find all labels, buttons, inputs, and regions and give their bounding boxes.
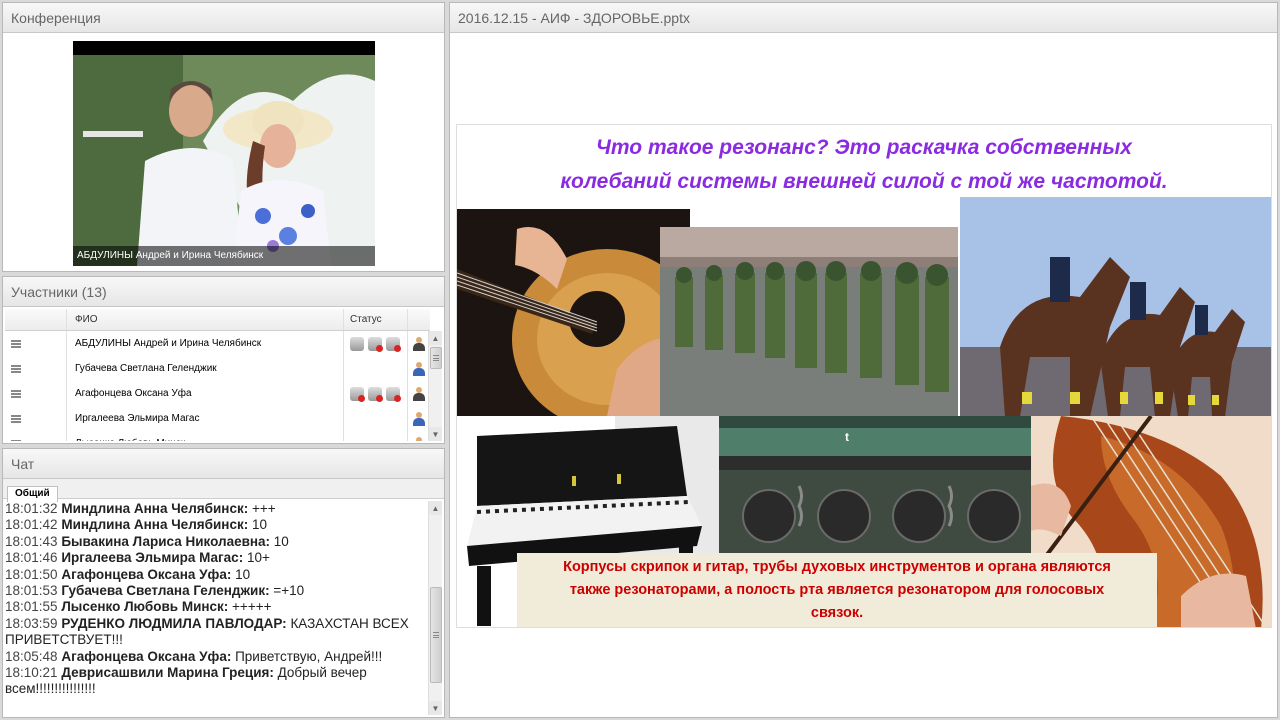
participants-table: ФИО Статус АБДУЛИНЫ Андрей и Ирина Челяб…	[5, 309, 430, 441]
video-image	[73, 41, 375, 266]
conference-panel: Конференция АБДУЛИНЫ Андрей и Ирина Челя…	[2, 2, 445, 272]
slide-title: Что такое резонанс? Это раскачка собстве…	[560, 136, 1168, 193]
train-mark: t	[845, 430, 849, 444]
table-row[interactable]: Губачева Светлана Геленджик	[5, 356, 430, 381]
participants-scrollbar[interactable]: ▲ ▼	[428, 331, 442, 441]
grip-icon	[433, 632, 439, 638]
user-icon	[413, 336, 425, 351]
scroll-up-icon[interactable]: ▲	[429, 501, 442, 515]
participants-header-row: ФИО Статус	[5, 309, 430, 331]
guitar-image	[457, 209, 690, 416]
scroll-down-icon[interactable]: ▼	[429, 701, 442, 715]
speaker-off-icon[interactable]	[368, 336, 383, 352]
chat-message: 18:01:53 Губачева Светлана Геленджик: =+…	[5, 583, 305, 599]
scroll-thumb[interactable]	[430, 347, 442, 369]
column-name-header[interactable]: ФИО	[67, 309, 344, 330]
chat-tabs: Общий	[3, 479, 444, 502]
grip-icon	[433, 355, 439, 361]
tab-general[interactable]: Общий	[7, 486, 58, 502]
presentation-panel: 2016.12.15 - АИФ - ЗДОРОВЬЕ.pptx Что так…	[449, 2, 1278, 718]
user-icon	[413, 436, 425, 441]
participant-name: АБДУЛИНЫ Андрей и Ирина Челябинск	[67, 331, 344, 356]
train-wheels-image: t	[719, 416, 1031, 553]
chat-message: 18:01:42 Миндлина Анна Челябинск: 10	[5, 517, 267, 533]
chat-message: 18:01:55 Лысенко Любовь Минск: +++++	[5, 599, 272, 615]
scroll-down-icon[interactable]: ▼	[429, 427, 442, 441]
chat-message: 18:01:43 Бывакина Лариса Николаевна: 10	[5, 533, 289, 549]
chat-message: 18:10:21 Деврисашвили Марина Греция: Доб…	[5, 665, 367, 697]
menu-icon[interactable]	[11, 389, 21, 398]
speaker-off-icon[interactable]	[368, 386, 383, 402]
user-icon	[413, 411, 425, 426]
chat-message: 18:01:32 Миндлина Анна Челябинск: +++	[5, 501, 276, 516]
camera-off-icon[interactable]	[386, 336, 401, 352]
chat-panel: Чат Общий 18:01:32 Миндлина Анна Челябин…	[2, 448, 445, 718]
conference-title: Конференция	[3, 3, 444, 33]
video-feed[interactable]: АБДУЛИНЫ Андрей и Ирина Челябинск	[73, 41, 375, 266]
slide-note: Корпусы скрипок и гитар, трубы духовых и…	[517, 553, 1157, 627]
menu-icon[interactable]	[11, 439, 21, 441]
chat-message: 18:01:50 Агафонцева Оксана Уфа: 10	[5, 566, 251, 582]
participant-name: Губачева Светлана Геленджик	[67, 356, 344, 381]
chat-messages: 18:01:32 Миндлина Анна Челябинск: +++ 18…	[5, 501, 428, 715]
chat-scrollbar[interactable]: ▲ ▼	[428, 501, 442, 715]
microphone-off-icon[interactable]	[350, 386, 365, 402]
presentation-title: 2016.12.15 - АИФ - ЗДОРОВЬЕ.pptx	[450, 3, 1277, 33]
microphone-icon[interactable]	[350, 336, 364, 351]
menu-icon[interactable]	[11, 364, 21, 373]
scroll-thumb[interactable]	[430, 587, 442, 683]
participants-title: Участники (13)	[3, 277, 444, 307]
participant-name: Иргалеева Эльмира Магас	[67, 406, 344, 431]
table-row[interactable]: Иргалеева Эльмира Магас	[5, 406, 430, 431]
user-icon	[413, 361, 425, 376]
chat-message: 18:03:59 РУДЕНКО ЛЮДМИЛА ПАВЛОДАР: КАЗАХ…	[5, 615, 409, 648]
marching-soldiers-image	[660, 227, 958, 416]
scroll-up-icon[interactable]: ▲	[429, 331, 442, 345]
participant-name: Лысенко Любовь Минск	[67, 431, 344, 441]
participant-name: Агафонцева Оксана Уфа	[67, 381, 344, 406]
slide: Что такое резонанс? Это раскачка собстве…	[456, 124, 1272, 628]
table-row[interactable]: Агафонцева Оксана Уфа	[5, 381, 430, 406]
video-caption: АБДУЛИНЫ Андрей и Ирина Челябинск	[73, 246, 375, 266]
user-icon	[413, 386, 425, 401]
chat-title: Чат	[3, 449, 444, 479]
camera-off-icon[interactable]	[386, 386, 401, 402]
column-status-header[interactable]: Статус	[344, 309, 408, 330]
cavalry-image	[960, 197, 1271, 416]
menu-icon[interactable]	[11, 339, 21, 348]
table-row[interactable]: АБДУЛИНЫ Андрей и Ирина Челябинск	[5, 331, 430, 356]
menu-icon[interactable]	[11, 414, 21, 423]
participants-panel: Участники (13) ФИО Статус АБДУЛИНЫ Андре…	[2, 276, 445, 444]
chat-message: 18:01:46 Иргалеева Эльмира Магас: 10+	[5, 550, 270, 566]
chat-message: 18:05:48 Агафонцева Оксана Уфа: Приветст…	[5, 648, 383, 664]
table-row[interactable]: Лысенко Любовь Минск	[5, 431, 430, 441]
